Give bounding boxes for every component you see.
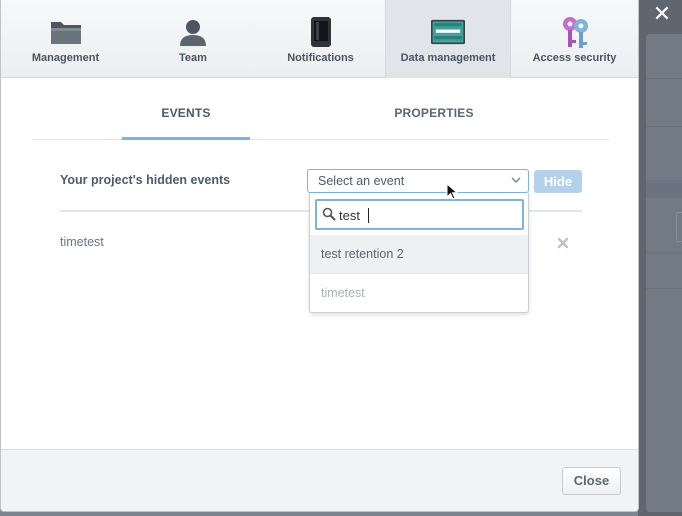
keyboard-icon [431, 16, 465, 48]
background-input [676, 212, 682, 242]
phone-icon [304, 16, 338, 48]
folder-icon [49, 16, 83, 48]
tab-properties[interactable]: PROPERTIES [372, 96, 496, 140]
event-dropdown: test retention 2 timetest [309, 193, 529, 313]
nav-tab-access-security[interactable]: Access security [511, 0, 638, 78]
background-panel [646, 34, 682, 512]
dropdown-option[interactable]: test retention 2 [310, 235, 528, 274]
nav-tab-data-management[interactable]: Data management [385, 0, 511, 78]
background-divider [646, 288, 682, 289]
nav-tab-label: Data management [400, 52, 496, 64]
nav-tab-management[interactable]: Management [1, 0, 130, 78]
hidden-events-label: Your project's hidden events [60, 173, 231, 187]
page-backdrop [638, 0, 682, 516]
hide-button[interactable]: Hide [534, 170, 582, 193]
chevron-down-icon [511, 177, 521, 184]
background-header-bar [646, 180, 682, 198]
remove-icon[interactable] [556, 236, 570, 250]
hidden-event-item: timetest [60, 235, 104, 249]
nav-tab-label: Access security [532, 52, 617, 64]
nav-tab-label: Notifications [287, 52, 354, 64]
overlay-close-icon[interactable]: ✕ [650, 2, 674, 26]
modal-footer: Close [1, 449, 638, 511]
nav-tab-label: Team [179, 52, 207, 64]
background-divider [646, 252, 682, 253]
dropdown-option-disabled: timetest [321, 286, 365, 300]
person-icon [176, 16, 210, 48]
search-icon [322, 207, 336, 221]
text-caret [368, 208, 369, 223]
tab-events[interactable]: EVENTS [122, 96, 250, 140]
data-management-subtabs: EVENTS PROPERTIES [32, 96, 609, 140]
nav-tab-team[interactable]: Team [130, 0, 256, 78]
mouse-cursor-icon [446, 183, 458, 200]
close-button[interactable]: Close [562, 467, 621, 495]
dropdown-search[interactable] [315, 199, 524, 230]
background-divider [646, 78, 682, 79]
background-divider [646, 126, 682, 127]
event-select[interactable]: Select an event [307, 169, 529, 193]
dropdown-search-input[interactable] [339, 204, 519, 226]
event-select-placeholder: Select an event [318, 174, 405, 188]
nav-tab-label: Management [31, 52, 100, 64]
nav-tab-notifications[interactable]: Notifications [256, 0, 385, 78]
settings-modal: Management Team Notifications Data manag… [0, 0, 639, 512]
settings-nav: Management Team Notifications Data manag… [1, 0, 638, 78]
keys-icon [558, 16, 592, 48]
